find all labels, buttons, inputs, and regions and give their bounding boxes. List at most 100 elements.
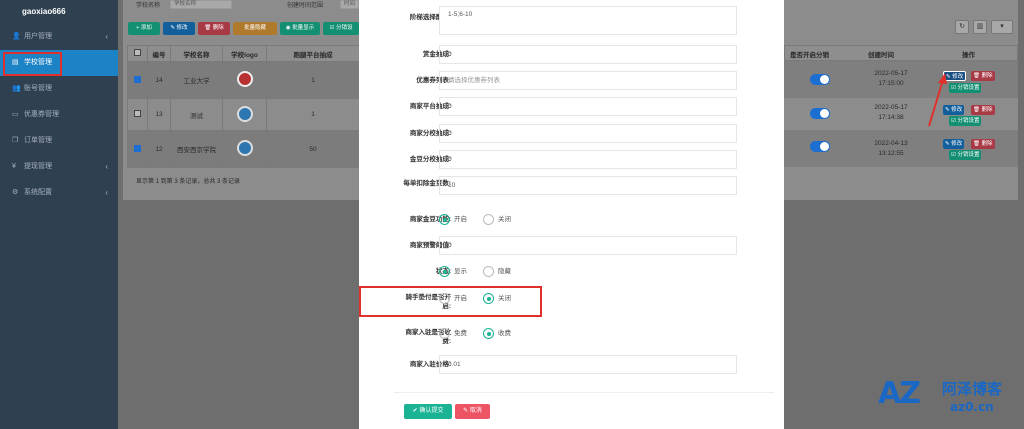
created-time: 13:12:55 — [878, 150, 904, 157]
row-delete-button[interactable]: 🗑 删除 — [971, 105, 995, 115]
chevron-left-icon: ‹ — [105, 32, 108, 41]
table-header-row: 编号 学校名称 学校logo 跑腿平台抽成 — [127, 45, 360, 62]
school-name-search-input[interactable]: 学校名称 — [170, 0, 232, 9]
sidebar-item-system-config[interactable]: ⚙ 系统配置 ‹ — [0, 180, 118, 206]
tier-config-textarea[interactable]: 1-5;6-10 — [439, 6, 737, 35]
sidebar-username: gaoxiao666 — [22, 7, 66, 16]
table-footer-summary: 显示第 1 到第 3 条记录，总共 3 条记录 — [136, 179, 241, 185]
radio-dot[interactable] — [439, 214, 450, 225]
warn-threshold-input[interactable]: 0 — [439, 236, 737, 255]
select-all-header[interactable] — [127, 45, 148, 62]
row-rate: 1 — [266, 61, 360, 99]
yen-icon: ¥ — [12, 163, 16, 170]
distribute-toggle[interactable] — [810, 141, 830, 152]
row-delete-button[interactable]: 🗑 删除 — [971, 71, 995, 81]
sidebar-item-label: 用户管理 — [23, 33, 52, 40]
edit-school-modal: 阶梯选择配置: 1-5;6-10 赏金抽成: 0 优惠券列表: 请选择优惠券列表… — [359, 0, 784, 429]
row-checkbox[interactable] — [134, 144, 141, 152]
sidebar-item-label: 优惠券管理 — [23, 111, 59, 118]
cancel-button[interactable]: ✎ 取消 — [455, 404, 490, 419]
merchant-school-rate-input[interactable]: 0 — [439, 124, 737, 143]
table-row[interactable]: 13 测试 1 — [127, 98, 360, 131]
delete-button[interactable]: 🗑 删除 — [198, 22, 230, 35]
annotation-arrow — [928, 73, 947, 127]
row-id: 12 — [147, 130, 171, 168]
row-delete-button[interactable]: 🗑 删除 — [971, 139, 995, 149]
row-checkbox[interactable] — [134, 75, 141, 83]
sidebar-item-order-management[interactable]: ❐ 订单管理 — [0, 128, 118, 154]
row-school-name: 西安西京学院 — [170, 130, 223, 168]
export-button[interactable]: ▾ — [991, 20, 1013, 34]
created-range-input[interactable]: 时间 — [340, 0, 359, 9]
sidebar-item-user-management[interactable]: 👤 用户管理 ‹ — [0, 24, 118, 50]
watermark-logo: AZ 阿泽博客 az0.cn — [872, 370, 1024, 429]
radio-dot[interactable] — [439, 266, 450, 277]
watermark-brand: 阿泽博客 — [942, 380, 1003, 398]
sidebar-item-withdraw-management[interactable]: ¥ 提现管理 ‹ — [0, 154, 118, 180]
edit-button[interactable]: ✎ 修改 — [163, 22, 195, 35]
created-date: 2022-05-17 — [874, 70, 908, 77]
merchant-fee-option-paid[interactable]: 收费 — [483, 328, 511, 339]
batch-show-button[interactable]: ◉ 批量显示 — [280, 22, 320, 35]
coupon-list-select[interactable]: 请选择优惠券列表 — [439, 71, 737, 90]
select-all-checkbox[interactable] — [134, 49, 141, 56]
radio-dot[interactable] — [439, 328, 450, 339]
chevron-left-icon: ‹ — [105, 162, 108, 171]
row-distribute-button[interactable]: ☑ 分销设置 — [949, 150, 982, 160]
school-name-search-label: 学校名称 — [136, 3, 161, 9]
table-row[interactable]: 12 西安西京学院 50 — [127, 130, 360, 168]
sidebar-highlight-box — [3, 52, 62, 76]
submit-button[interactable]: ✔ 确认提交 — [404, 404, 452, 419]
modal-footer-divider — [394, 392, 774, 393]
row-school-name: 测试 — [170, 98, 223, 131]
sidebar-item-label: 订单管理 — [23, 137, 52, 144]
row-checkbox[interactable] — [134, 110, 141, 117]
radio-dot[interactable] — [483, 328, 494, 339]
batch-hide-button[interactable]: 批量隐藏 — [233, 22, 277, 35]
row-edit-button[interactable]: ✎ 修改 — [943, 139, 965, 149]
row-distribute-button[interactable]: ☑ 分销设置 — [949, 116, 982, 126]
rider-advance-highlight-box — [359, 286, 542, 317]
chevron-left-icon: ‹ — [105, 188, 108, 197]
user-icon: 👤 — [12, 33, 21, 40]
sidebar-item-coupon-management[interactable]: ▭ 优惠券管理 — [0, 102, 118, 128]
merchant-fee-option-free[interactable]: 免费 — [439, 328, 467, 339]
column-header[interactable]: 编号 — [147, 45, 171, 62]
radio-dot[interactable] — [483, 266, 494, 277]
row-distribute-button[interactable]: ☑ 分销设置 — [949, 83, 982, 93]
gold-feature-option-off[interactable]: 关闭 — [483, 214, 511, 225]
row-id: 14 — [147, 61, 171, 99]
distribute-button[interactable]: ☑ 分销设 — [323, 22, 359, 35]
row-rate: 1 — [266, 98, 360, 131]
distribute-toggle[interactable] — [810, 108, 830, 119]
status-option-show[interactable]: 显示 — [439, 266, 467, 277]
sidebar-item-account-management[interactable]: 👥 账号管理 — [0, 76, 118, 102]
copy-icon: ❐ — [12, 137, 19, 144]
gear-icon: ⚙ — [12, 189, 19, 196]
column-header[interactable]: 操作 — [962, 49, 975, 59]
created-time: 17:14:38 — [878, 114, 904, 121]
status-option-hide[interactable]: 隐藏 — [483, 266, 511, 277]
column-header[interactable]: 是否开启分销 — [790, 49, 829, 59]
table-row[interactable]: 14 工业大学 1 — [127, 61, 360, 99]
column-header[interactable]: 跑腿平台抽成 — [266, 45, 360, 62]
column-header[interactable]: 创建时间 — [868, 49, 894, 59]
merchant-platform-rate-input[interactable]: 0 — [439, 97, 737, 116]
columns-button[interactable]: ▥ — [973, 20, 987, 34]
gold-deduct-input[interactable]: 10 — [439, 176, 737, 195]
distribute-toggle[interactable] — [810, 74, 830, 85]
add-button[interactable]: + 添加 — [128, 22, 160, 35]
column-header[interactable]: 学校logo — [222, 45, 267, 62]
gold-school-rate-input[interactable]: 0 — [439, 150, 737, 169]
column-header[interactable]: 学校名称 — [170, 45, 223, 62]
sidebar-item-label: 提现管理 — [23, 163, 52, 170]
gold-feature-option-on[interactable]: 开启 — [439, 214, 467, 225]
row-school-name: 工业大学 — [170, 61, 223, 99]
refresh-button[interactable]: ↻ — [955, 20, 969, 34]
merchant-price-input[interactable]: 0.01 — [439, 355, 737, 374]
school-logo-image — [236, 140, 253, 156]
radio-dot[interactable] — [483, 214, 494, 225]
sidebar-item-label: 系统配置 — [23, 189, 52, 196]
bonus-rate-input[interactable]: 0 — [439, 45, 737, 64]
row-rate: 50 — [266, 130, 360, 168]
